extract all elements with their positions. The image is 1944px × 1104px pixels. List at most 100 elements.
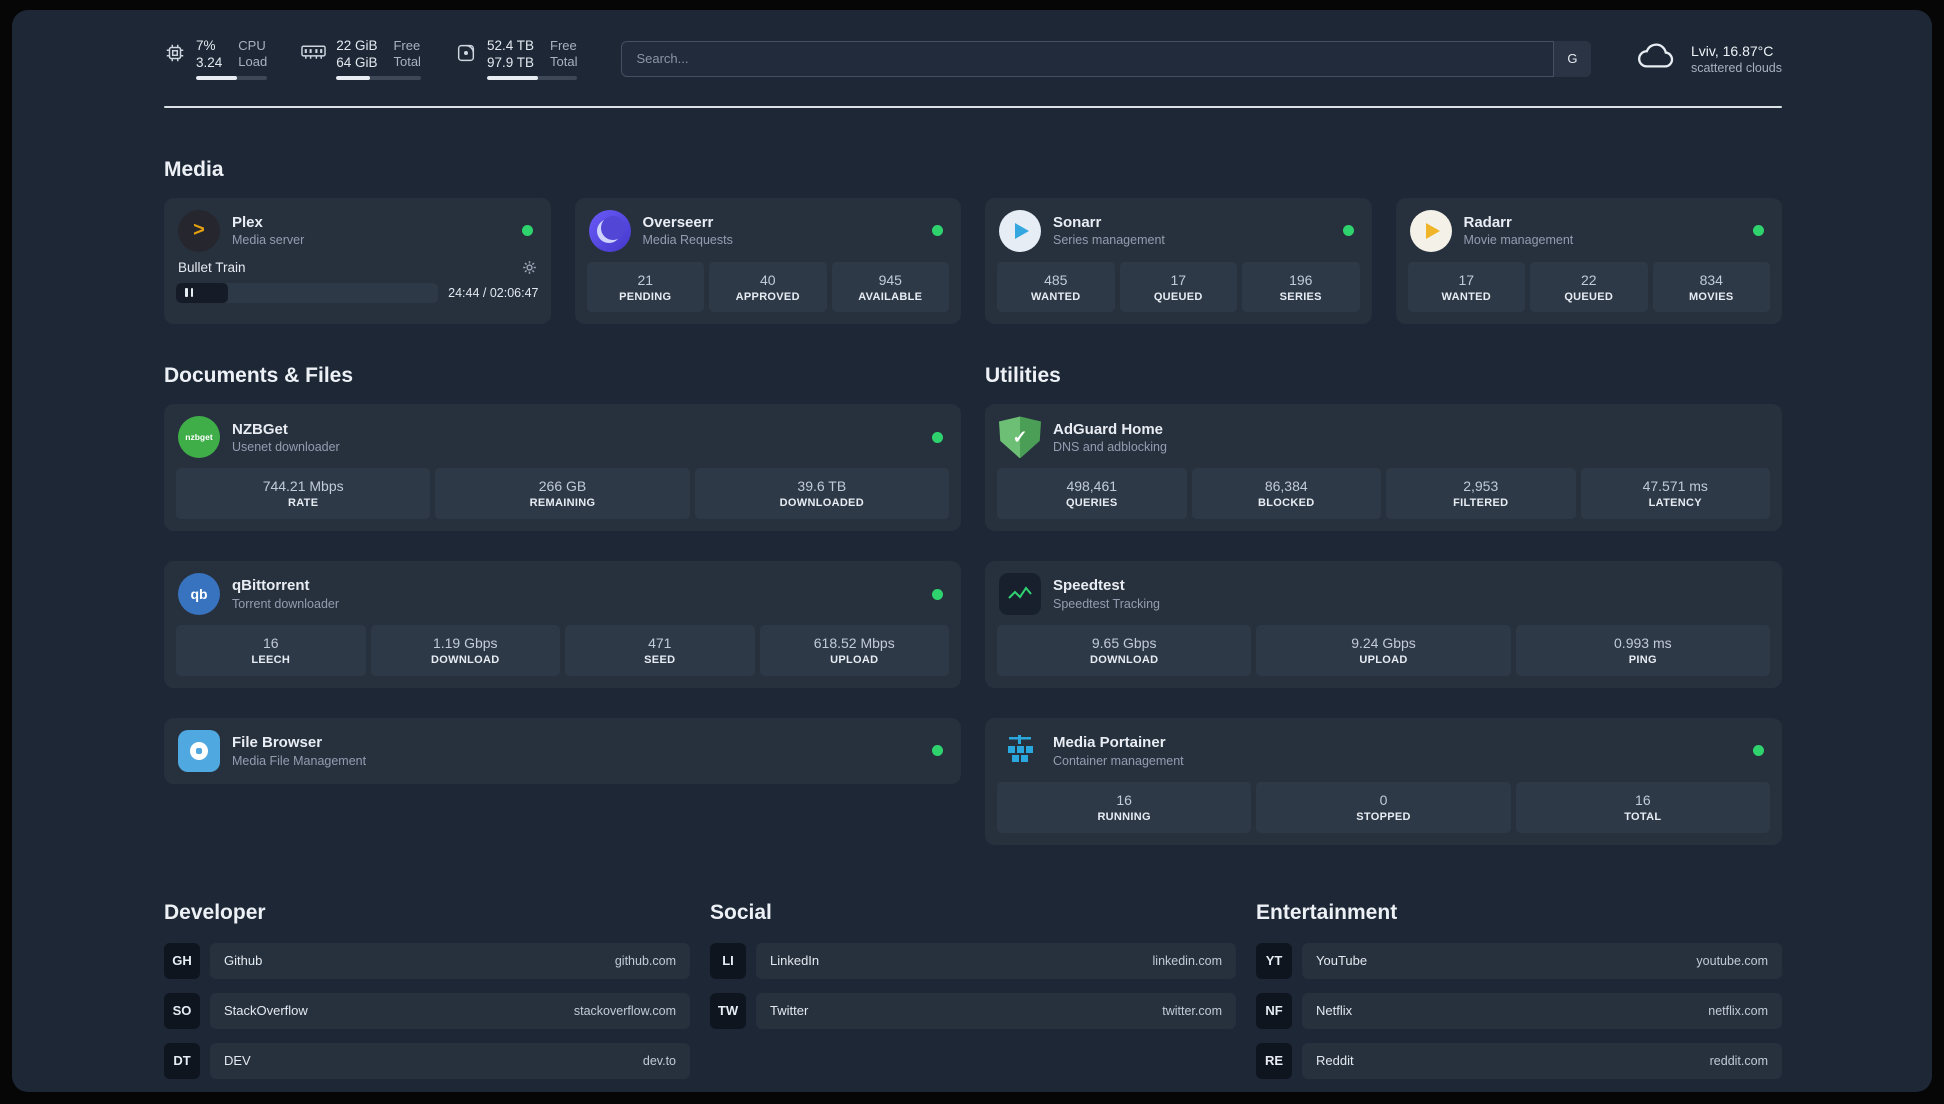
- playback-progress-bar[interactable]: [176, 282, 439, 303]
- stat-value: 0: [1379, 791, 1388, 808]
- stat-seed: 471 SEED: [565, 625, 755, 676]
- stat-label: SEED: [644, 654, 676, 667]
- stat-value: 945: [878, 271, 902, 288]
- search-input[interactable]: [621, 40, 1591, 77]
- app-card-filebrowser[interactable]: File Browser Media File Management: [164, 717, 961, 784]
- app-subtitle: Media Requests: [642, 233, 733, 248]
- stat-remaining: 266 GB REMAINING: [435, 468, 690, 520]
- stat-value: 196: [1289, 271, 1313, 288]
- weather-widget: Lviv, 16.87°C scattered clouds: [1635, 41, 1782, 76]
- app-name: Radarr: [1463, 213, 1512, 231]
- plex-now-playing: Bullet Train 24:44 / 02:06:47: [176, 260, 539, 303]
- app-subtitle: Container management: [1053, 753, 1184, 768]
- link-domain: netflix.com: [1708, 1003, 1768, 1018]
- link-linkedin[interactable]: LI LinkedIn linkedin.com: [710, 942, 1236, 979]
- disk-total-value: 97.9 TB: [486, 54, 534, 70]
- stat-label: SERIES: [1279, 290, 1322, 303]
- link-netflix[interactable]: NF Netflix netflix.com: [1256, 992, 1782, 1029]
- dev-icon: DT: [164, 1042, 200, 1079]
- stat-value: 21: [637, 271, 654, 288]
- link-dev[interactable]: DT DEV dev.to: [164, 1042, 690, 1079]
- stat-leech: 16 LEECH: [176, 625, 366, 676]
- stat-filtered: 2,953 FILTERED: [1386, 468, 1576, 520]
- link-stackoverflow[interactable]: SO StackOverflow stackoverflow.com: [164, 992, 690, 1029]
- status-dot: [1753, 745, 1764, 757]
- link-youtube[interactable]: YT YouTube youtube.com: [1256, 942, 1782, 979]
- link-name: YouTube: [1316, 953, 1368, 969]
- app-subtitle: Torrent downloader: [232, 596, 340, 611]
- stat-label: BLOCKED: [1258, 497, 1315, 510]
- app-subtitle: Series management: [1053, 233, 1165, 248]
- stat-value: 86,384: [1264, 478, 1308, 495]
- stat-available: 945 AVAILABLE: [831, 261, 949, 313]
- link-twitter[interactable]: TW Twitter twitter.com: [710, 992, 1236, 1029]
- link-reddit[interactable]: RE Reddit reddit.com: [1256, 1042, 1782, 1079]
- link-github[interactable]: GH Github github.com: [164, 942, 690, 979]
- links-grid: Developer GH Github github.com SO StackO…: [164, 901, 1782, 1093]
- section-title-entertainment: Entertainment: [1256, 900, 1398, 924]
- stat-label: REMAINING: [529, 497, 596, 510]
- youtube-icon: YT: [1256, 942, 1292, 979]
- app-card-radarr[interactable]: Radarr Movie management 17 WANTED 22 QUE…: [1395, 197, 1782, 325]
- playback-time: 24:44 / 02:06:47: [448, 285, 539, 300]
- stat-value: 17: [1170, 271, 1187, 288]
- netflix-icon: NF: [1256, 992, 1292, 1029]
- gear-icon[interactable]: [522, 260, 537, 275]
- cpu-value: 7%: [196, 38, 216, 53]
- weather-condition: scattered clouds: [1690, 60, 1782, 75]
- stat-pending: 21 PENDING: [586, 261, 704, 313]
- link-name: Twitter: [770, 1003, 809, 1019]
- app-name: NZBGet: [232, 420, 288, 438]
- stat-label: DOWNLOAD: [431, 654, 500, 667]
- link-domain: stackoverflow.com: [573, 1003, 676, 1018]
- stat-approved: 40 APPROVED: [709, 261, 827, 313]
- stackoverflow-icon: SO: [164, 992, 200, 1029]
- stat-download: 1.19 Gbps DOWNLOAD: [370, 625, 560, 676]
- pause-icon[interactable]: [185, 288, 193, 298]
- app-card-plex[interactable]: > Plex Media server Bullet Train 24:44 /…: [164, 197, 551, 325]
- section-title-developer: Developer: [164, 900, 266, 924]
- stat-value: 9.24 Gbps: [1351, 635, 1416, 652]
- stat-label: LATENCY: [1648, 497, 1702, 510]
- app-card-overseerr[interactable]: Overseerr Media Requests 21 PENDING 40 A…: [574, 197, 961, 325]
- stat-label: PING: [1628, 654, 1657, 667]
- app-name: File Browser: [232, 734, 323, 752]
- app-card-portainer[interactable]: Media Portainer Container management 16 …: [985, 717, 1782, 845]
- stat-label: MOVIES: [1688, 290, 1734, 303]
- linkedin-icon: LI: [710, 942, 746, 979]
- cpu-icon: [164, 38, 186, 64]
- stat-download: 9.65 Gbps DOWNLOAD: [997, 625, 1252, 676]
- reddit-icon: RE: [1256, 1042, 1292, 1079]
- stat-value: 16: [1635, 791, 1651, 808]
- stat-value: 744.21 Mbps: [262, 478, 344, 495]
- stat-series: 196 SERIES: [1242, 261, 1360, 313]
- memory-label-bottom: Total: [393, 54, 421, 70]
- stat-queued: 17 QUEUED: [1119, 261, 1237, 313]
- search-engine-button[interactable]: G: [1552, 40, 1591, 77]
- app-card-sonarr[interactable]: Sonarr Series management 485 WANTED 17 Q…: [985, 197, 1372, 325]
- link-domain: twitter.com: [1162, 1003, 1222, 1018]
- app-name: AdGuard Home: [1053, 420, 1164, 438]
- stat-value: 17: [1458, 271, 1475, 288]
- stat-latency: 47.571 ms LATENCY: [1580, 468, 1770, 520]
- stat-value: 618.52 Mbps: [813, 635, 895, 652]
- app-card-speedtest[interactable]: Speedtest Speedtest Tracking 9.65 Gbps D…: [985, 561, 1782, 688]
- app-card-qbittorrent[interactable]: qb qBittorrent Torrent downloader 16 LEE…: [164, 561, 961, 688]
- link-domain: github.com: [614, 953, 676, 968]
- system-metrics: 7% 3.24 CPU Load 22 GiB 64 GiB Free Tota…: [164, 38, 578, 80]
- disk-metric: 52.4 TB 97.9 TB Free Total: [455, 38, 578, 80]
- stat-value: 40: [759, 271, 776, 288]
- stat-label: FILTERED: [1453, 497, 1509, 510]
- filebrowser-icon: [178, 729, 220, 772]
- status-dot: [1753, 225, 1764, 237]
- cpu-usage-bar: [196, 75, 268, 80]
- stat-value: 834: [1699, 271, 1723, 288]
- section-title-media: Media: [164, 157, 224, 181]
- app-card-adguard[interactable]: ✓ AdGuard Home DNS and adblocking 498,46…: [985, 404, 1782, 532]
- stat-downloaded: 39.6 TB DOWNLOADED: [694, 468, 949, 520]
- app-name: Overseerr: [642, 213, 714, 231]
- stat-label: DOWNLOAD: [1089, 654, 1159, 667]
- stat-running: 16 RUNNING: [997, 781, 1252, 833]
- topbar: 7% 3.24 CPU Load 22 GiB 64 GiB Free Tota…: [164, 38, 1782, 80]
- app-card-nzbget[interactable]: nzbget NZBGet Usenet downloader 744.21 M…: [164, 404, 961, 532]
